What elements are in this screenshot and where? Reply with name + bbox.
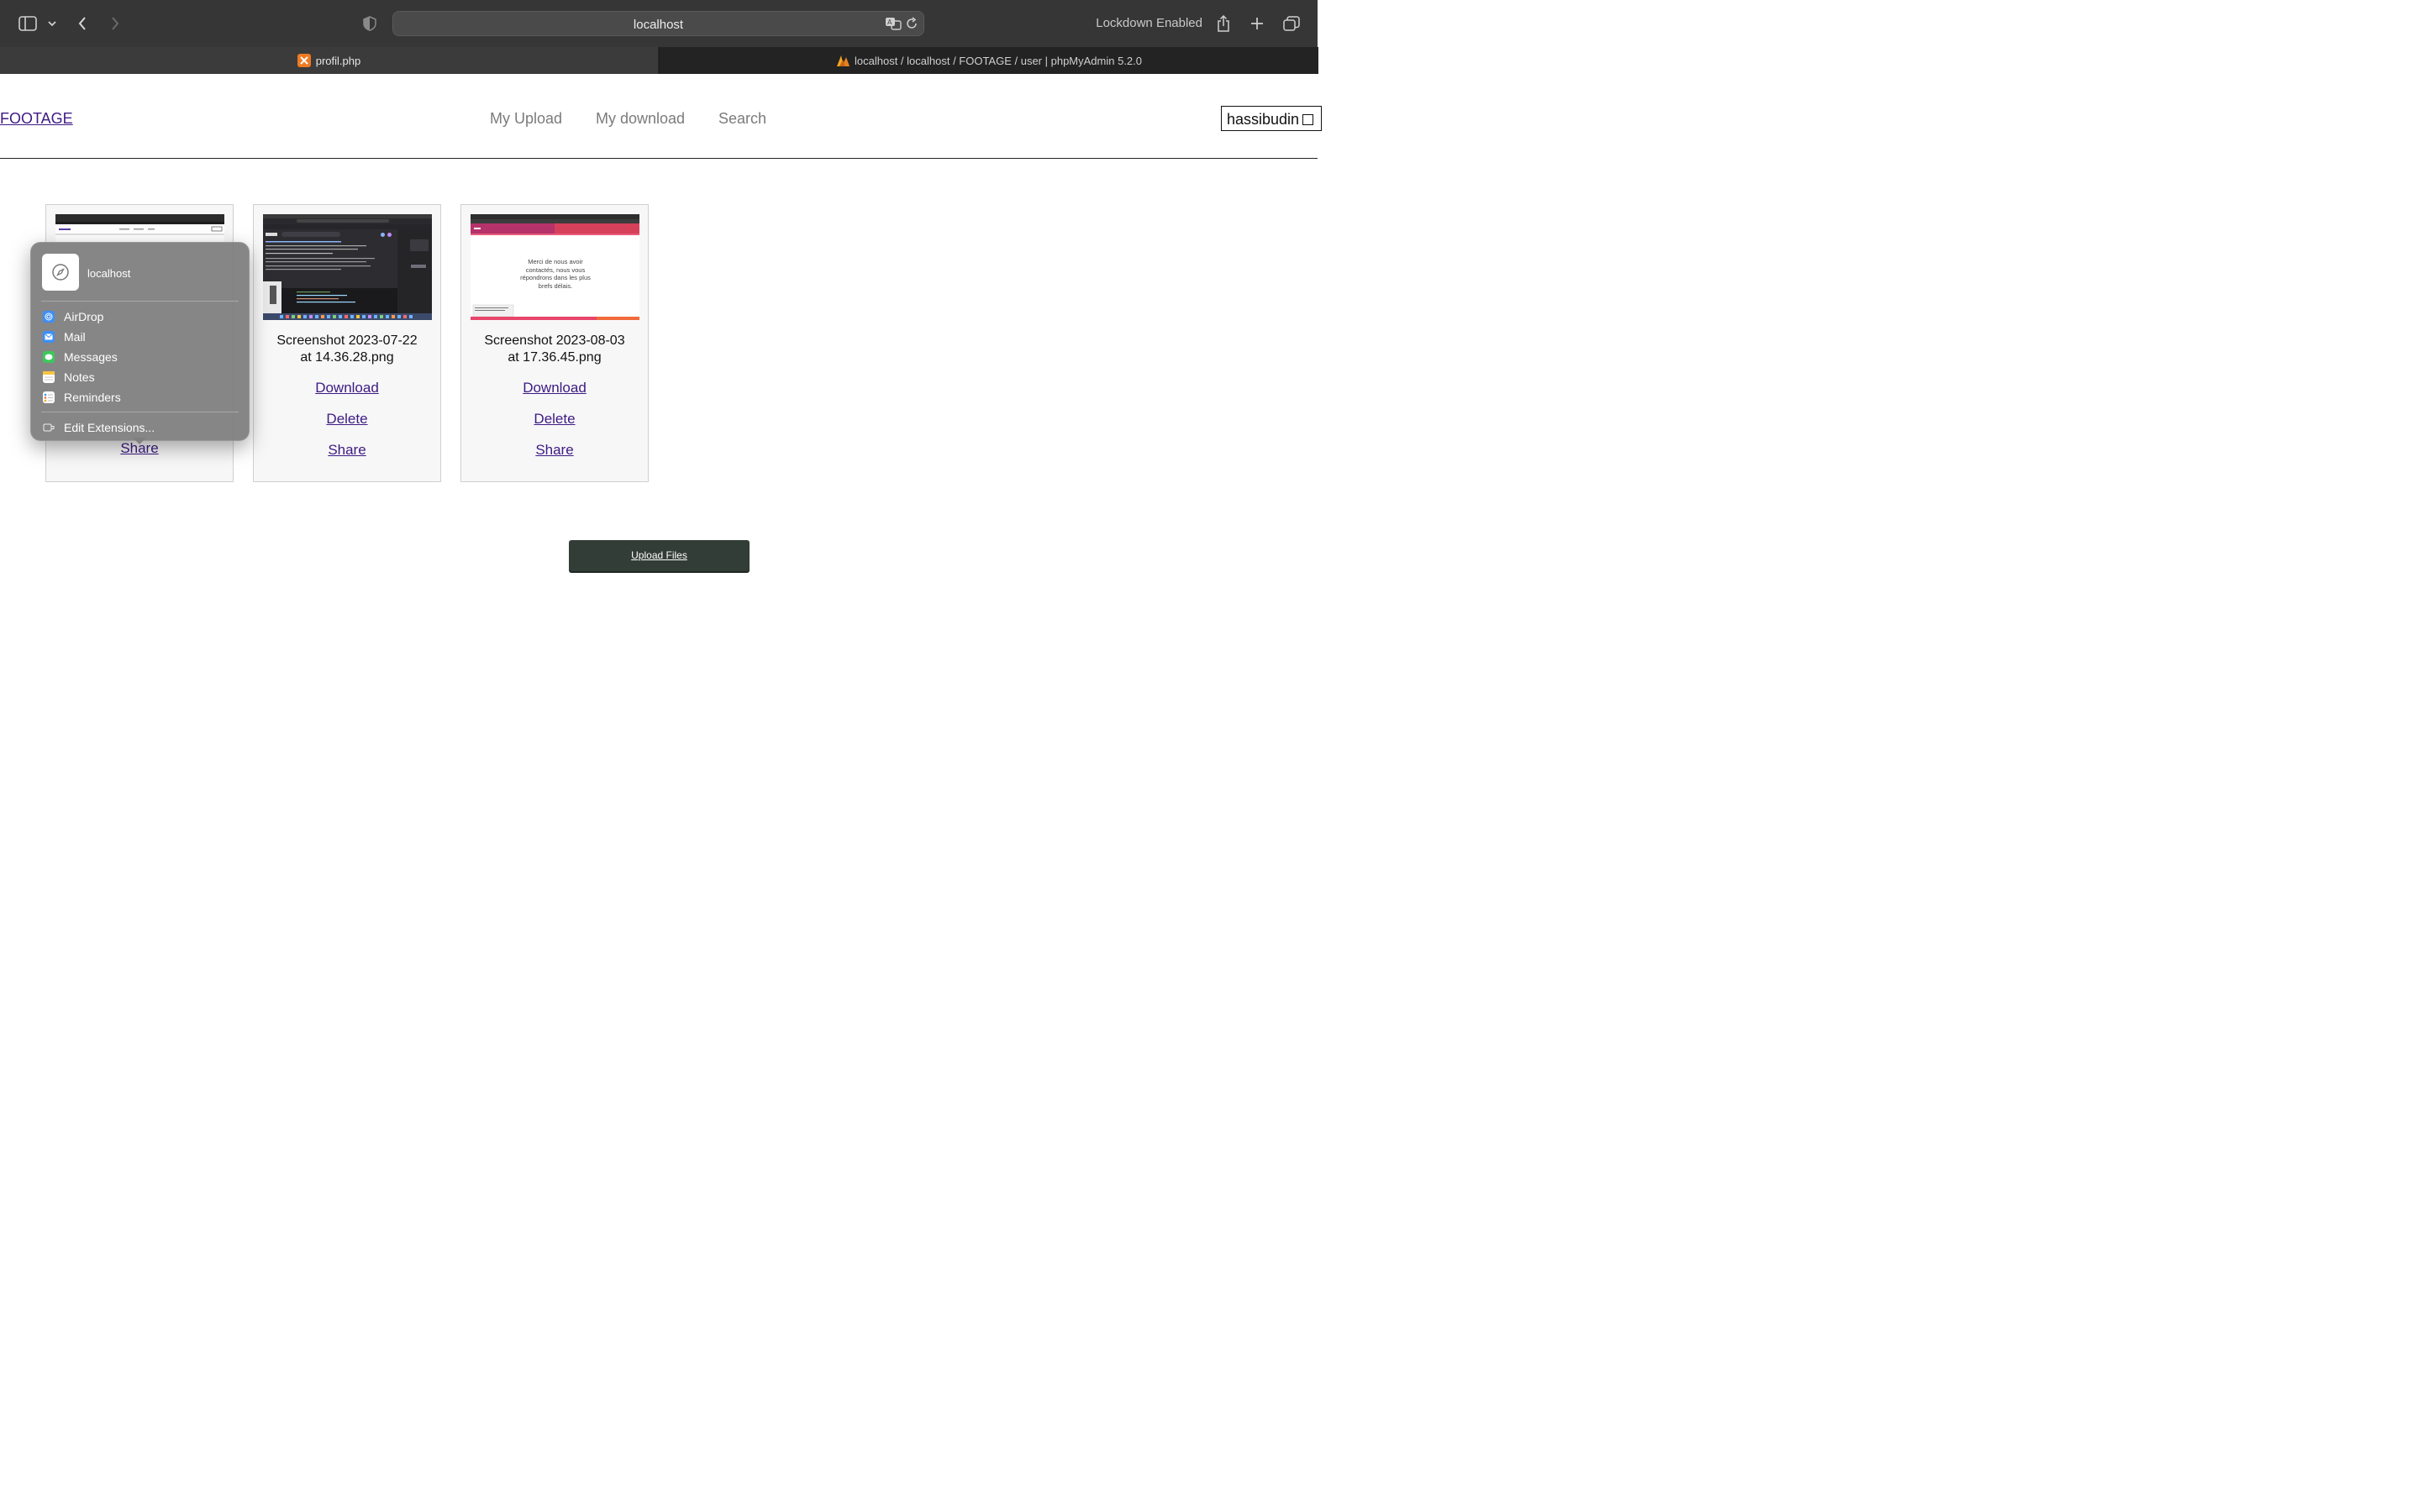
tab-profil[interactable]: profil.php [0,47,658,74]
chevron-down-icon[interactable] [42,13,62,34]
share-icon[interactable] [1213,13,1234,34]
file-name: Screenshot 2023-07-22 at 14.36.28.png [276,333,418,365]
thumbnail-caption: Merci de nous avoir contactés, nous vous… [520,258,591,290]
reminders-icon [43,391,55,403]
share-reminders[interactable]: Reminders [43,389,121,406]
share-site-name: localhost [87,267,131,280]
tab-title: localhost / localhost / FOOTAGE / user |… [855,54,1142,67]
browser-toolbar: localhost A Lockdown Enabled [0,0,1318,47]
upload-files-button[interactable]: Upload Files [569,540,750,571]
airdrop-icon [43,311,55,323]
file-name: Screenshot 2023-08-03 at 17.36.45.png [484,333,625,365]
share-notes[interactable]: Notes [43,369,95,386]
back-icon[interactable] [72,13,92,34]
tab-phpmyadmin[interactable]: localhost / localhost / FOOTAGE / user |… [659,47,1318,74]
file-thumbnail[interactable] [263,214,432,320]
sidebar-toggle-icon[interactable] [18,13,38,34]
compass-icon [52,264,69,281]
address-bar[interactable]: localhost A [392,11,924,36]
notes-icon [43,371,55,383]
tab-title: profil.php [315,54,361,67]
username: hassibudin [1227,111,1300,128]
dropdown-square-icon [1302,114,1314,125]
share-link[interactable]: Share [461,442,648,459]
nav-my-download[interactable]: My download [596,110,685,128]
svg-text:A: A [887,18,892,26]
lockdown-status: Lockdown Enabled [1096,16,1202,30]
nav-search[interactable]: Search [718,110,766,128]
forward-icon[interactable] [105,13,125,34]
reload-icon[interactable] [905,17,918,34]
url-text: localhost [633,18,684,32]
share-messages[interactable]: Messages [43,349,118,365]
site-tile [42,254,79,291]
user-menu-button[interactable]: hassibudin [1221,106,1322,131]
share-popover: localhost AirDrop Mail Messages Notes Re… [30,242,250,441]
file-card: Screenshot 2023-07-22 at 14.36.28.png Do… [253,204,441,482]
brand-link[interactable]: FOOTAGE [0,110,73,128]
nav-my-upload[interactable]: My Upload [490,110,562,128]
extensions-icon [43,422,55,433]
share-airdrop[interactable]: AirDrop [43,308,103,325]
tab-overview-icon[interactable] [1281,13,1302,34]
tab-bar: profil.php localhost / localhost / FOOTA… [0,47,1318,74]
mail-icon [43,331,55,343]
download-link[interactable]: Download [461,380,648,396]
site-header: FOOTAGE My Upload My download Search has… [0,74,1322,159]
popover-arrow [133,438,146,444]
translate-icon[interactable]: A [885,17,902,34]
share-link[interactable]: Share [254,442,440,459]
privacy-shield-icon[interactable] [360,13,380,34]
delete-link[interactable]: Delete [461,411,648,428]
divider [41,301,239,302]
xampp-favicon-icon [297,54,311,67]
messages-icon [43,351,55,363]
share-mail[interactable]: Mail [43,328,86,345]
file-card: Merci de nous avoir contactés, nous vous… [460,204,649,482]
download-link[interactable]: Download [254,380,440,396]
new-tab-icon[interactable] [1247,13,1267,34]
file-thumbnail[interactable]: Merci de nous avoir contactés, nous vous… [471,214,639,320]
delete-link[interactable]: Delete [254,411,440,428]
edit-extensions[interactable]: Edit Extensions... [43,419,155,436]
phpmyadmin-favicon-icon [836,54,850,67]
